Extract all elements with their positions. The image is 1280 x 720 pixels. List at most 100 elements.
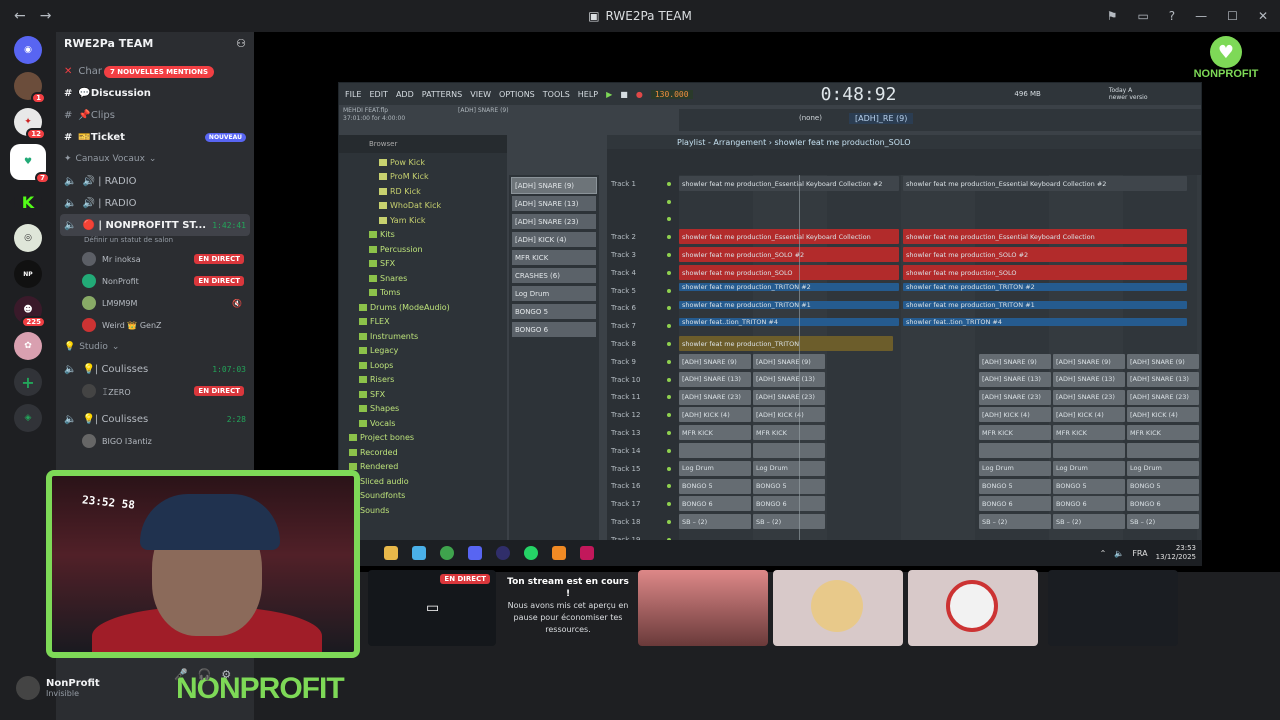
menu-edit[interactable]: EDIT [369, 90, 387, 99]
browser-item[interactable]: Legacy [339, 344, 507, 359]
track-header[interactable]: Track 11 [607, 389, 677, 407]
category-voice[interactable]: ✦ Canaux Vocaux ⌄ [56, 148, 254, 170]
discord-home-icon[interactable]: ◉ [14, 36, 42, 64]
obs-icon[interactable] [496, 546, 510, 560]
pattern-clip[interactable]: [ADH] SNARE (13) [679, 371, 751, 387]
track-led-icon[interactable] [667, 342, 671, 347]
track-header[interactable]: Track 12 [607, 406, 677, 424]
playlist-clip[interactable]: showler feat me production_TRITON [679, 336, 893, 352]
voice-channel-radio-2[interactable]: 🔈 🔊 | RADIO [56, 192, 254, 214]
track-header[interactable]: Track 3 [607, 246, 677, 264]
close-button[interactable]: ✕ [1258, 9, 1268, 23]
track-header[interactable]: Track 13 [607, 424, 677, 442]
server-header[interactable]: RWE2Pa TEAM ⚇ [56, 32, 254, 54]
playlist-clip[interactable]: showler feat me production_Essential Key… [679, 229, 899, 245]
pattern-clip[interactable]: [ADH] SNARE (9) [979, 354, 1051, 369]
add-member-icon[interactable]: ⚇ [236, 37, 246, 50]
discord-taskbar-icon[interactable] [468, 546, 482, 560]
browser-item[interactable]: Soundfonts [339, 489, 507, 504]
voice-user[interactable]: Weird 👑 GenZ [56, 314, 254, 336]
pattern-clip[interactable]: SB – (2) [679, 514, 751, 530]
pattern-clip[interactable]: BONGO 5 [1053, 478, 1125, 494]
menu-add[interactable]: ADD [396, 90, 414, 99]
play-icon[interactable]: ▶ [606, 90, 612, 99]
pattern-clip[interactable]: MFR KICK [679, 425, 751, 441]
browser-item[interactable]: SFX [339, 387, 507, 402]
paused-stream-tile[interactable]: Ton stream est en cours ! Nous avons mis… [504, 576, 632, 636]
rack-channel-button[interactable]: Log Drum [512, 286, 596, 301]
track-led-icon[interactable] [667, 324, 671, 329]
pattern-clip[interactable]: BONGO 6 [753, 496, 825, 512]
pattern-clip[interactable] [679, 443, 751, 458]
browser-item[interactable]: Sliced audio [339, 474, 507, 489]
minimize-button[interactable]: — [1195, 9, 1207, 23]
voice-user[interactable]: BIGO I3antiz [56, 430, 254, 452]
menu-file[interactable]: FILE [345, 90, 361, 99]
rack-channel-button[interactable]: [ADH] SNARE (13) [512, 196, 596, 211]
browser-item[interactable]: Percussion [339, 242, 507, 257]
voice-channel-coulisses-1[interactable]: 🔈 💡| Coulisses 1:07:03 [56, 358, 254, 380]
pattern-clip[interactable]: [ADH] KICK (4) [1127, 407, 1199, 423]
track-led-icon[interactable] [667, 306, 671, 311]
pattern-clip[interactable]: [ADH] SNARE (13) [1053, 371, 1125, 387]
explore-icon[interactable]: ◈ [14, 404, 42, 432]
track-header[interactable]: Track 7 [607, 317, 677, 335]
channel-ticket[interactable]: # 🎫Ticket NOUVEAU [56, 126, 254, 148]
pattern-clip[interactable]: [ADH] SNARE (23) [979, 389, 1051, 405]
track-header[interactable]: Track 4 [607, 264, 677, 282]
microphone-icon[interactable]: 🎤 [174, 668, 188, 681]
nonprofit-server-icon[interactable]: NP [14, 260, 42, 288]
rack-channel-button[interactable]: [ADH] SNARE (23) [512, 214, 596, 229]
voice-user[interactable]: LM9M9M 🔇 [56, 292, 254, 314]
pattern-clip[interactable]: Log Drum [679, 460, 751, 476]
menu-help[interactable]: HELP [578, 90, 598, 99]
help-icon[interactable]: ? [1169, 9, 1175, 23]
taskbar-clock[interactable]: 23:53 13/12/2025 [1156, 544, 1196, 562]
track-led-icon[interactable] [667, 217, 671, 222]
pattern-clip[interactable]: SB – (2) [1053, 514, 1125, 530]
track-header[interactable]: Track 15 [607, 460, 677, 478]
track-header[interactable]: Track 6 [607, 300, 677, 318]
pattern-clip[interactable]: Log Drum [1053, 460, 1125, 476]
pattern-clip[interactable]: BONGO 6 [679, 496, 751, 512]
pattern-clip[interactable]: [ADH] SNARE (23) [679, 389, 751, 405]
track-header[interactable]: Track 16 [607, 478, 677, 496]
track-led-icon[interactable] [667, 520, 671, 525]
track-led-icon[interactable] [667, 466, 671, 471]
pattern-clip[interactable]: BONGO 5 [679, 478, 751, 494]
browser-item[interactable]: SFX [339, 257, 507, 272]
pattern-clip[interactable]: SB – (2) [1127, 514, 1199, 530]
language-indicator[interactable]: FRA [1132, 549, 1147, 558]
rack-channel-button[interactable]: CRASHES (6) [512, 268, 596, 283]
menu-patterns[interactable]: PATTERNS [422, 90, 462, 99]
pattern-clip[interactable]: [ADH] KICK (4) [753, 407, 825, 423]
playlist-clip[interactable]: showler feat me production_Essential Key… [679, 176, 899, 191]
rack-channel-button[interactable]: BONGO 6 [512, 322, 596, 337]
voice-channel-nonprofitt[interactable]: 🔈 🔴 | NONPROFITT ST... 1:42:41 [60, 214, 250, 236]
server-icon-7[interactable]: ☻ 225 [14, 296, 46, 328]
pattern-clip[interactable]: BONGO 6 [979, 496, 1051, 512]
playlist-clip[interactable]: showler feat..tion_TRITON #4 [903, 318, 1187, 327]
browser-item[interactable]: Loops [339, 358, 507, 373]
track-led-icon[interactable] [667, 199, 671, 204]
pattern-clip[interactable]: BONGO 5 [979, 478, 1051, 494]
headphones-icon[interactable]: 🎧 [198, 668, 212, 681]
track-header[interactable]: Track 18 [607, 513, 677, 531]
voice-user[interactable]: NonProfit EN DIRECT [56, 270, 254, 292]
chrome-icon[interactable] [440, 546, 454, 560]
playlist-clip[interactable]: showler feat me production_SOLO #2 [679, 247, 899, 263]
none-selector[interactable]: (none) [799, 114, 822, 122]
server-icon-1[interactable]: 1 [14, 72, 46, 104]
track-led-icon[interactable] [667, 484, 671, 489]
inbox-icon[interactable]: ⚑ [1107, 9, 1118, 23]
browser-item[interactable]: Kits [339, 228, 507, 243]
browser-item[interactable]: ProM Kick [339, 170, 507, 185]
track-led-icon[interactable] [667, 235, 671, 240]
pattern-clip[interactable]: [ADH] KICK (4) [979, 407, 1051, 423]
browser-item[interactable]: Toms [339, 286, 507, 301]
pattern-clip[interactable]: [ADH] SNARE (9) [1127, 354, 1199, 369]
rack-channel-button[interactable]: [ADH] KICK (4) [512, 232, 596, 247]
stop-icon[interactable]: ■ [620, 90, 628, 99]
server-icon-8[interactable]: ✿ [14, 332, 42, 360]
whatsapp-icon[interactable] [524, 546, 538, 560]
